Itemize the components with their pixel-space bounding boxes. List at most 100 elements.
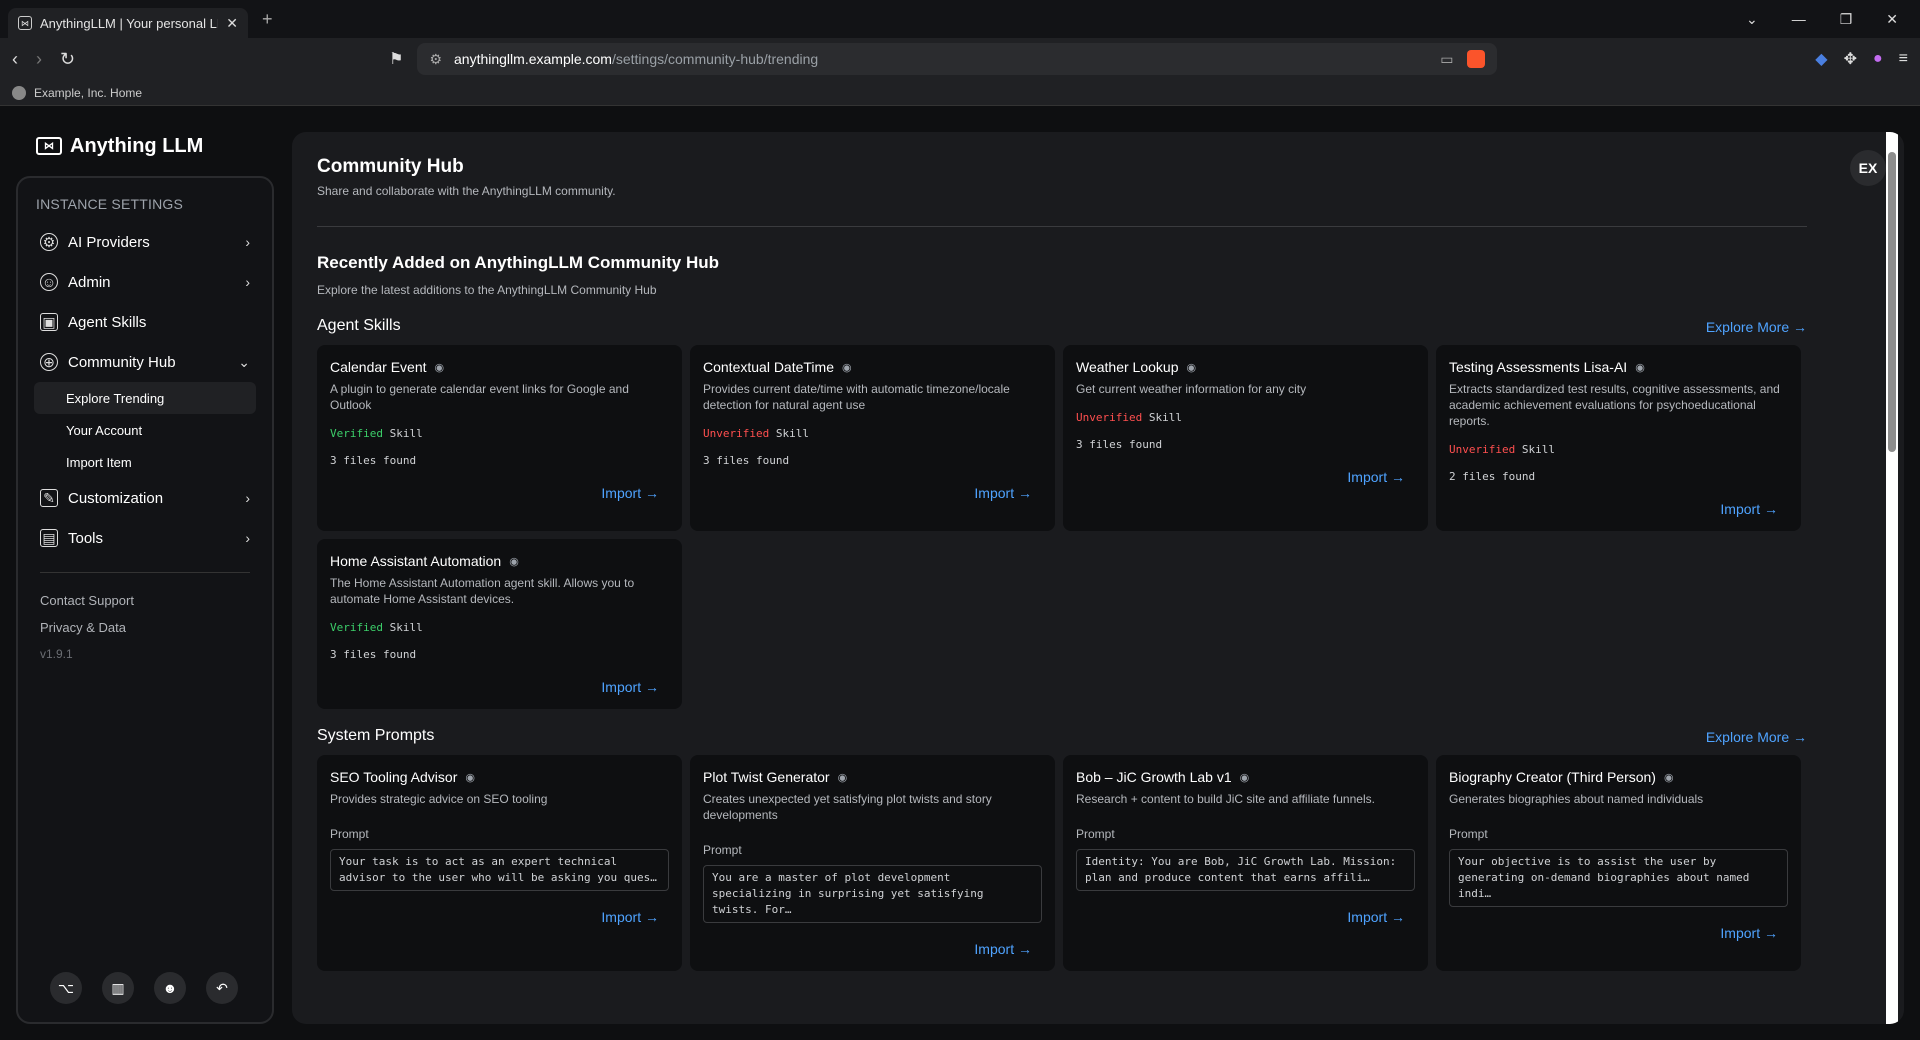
card-title-text: Testing Assessments Lisa-AI bbox=[1449, 359, 1628, 375]
prompt-label: Prompt bbox=[1076, 827, 1115, 841]
import-button[interactable]: Import → bbox=[1076, 909, 1415, 925]
verification-badge: Verified bbox=[330, 621, 383, 634]
chevron-down-icon: ⌄ bbox=[238, 353, 250, 370]
privacy-link[interactable]: Privacy & Data bbox=[34, 614, 256, 641]
brave-shields-icon[interactable] bbox=[1467, 50, 1486, 68]
page-title: Community Hub bbox=[317, 156, 464, 177]
skill-label: Skill bbox=[389, 427, 423, 440]
skill-label: Skill bbox=[1521, 443, 1555, 456]
card-description: Provides current date/time with automati… bbox=[703, 382, 1010, 412]
eye-icon[interactable]: ◉ bbox=[838, 771, 848, 784]
import-button[interactable]: Import → bbox=[1449, 501, 1788, 517]
card-title-text: Calendar Event bbox=[330, 359, 427, 375]
scrollbar-thumb[interactable] bbox=[1888, 152, 1896, 452]
browser-tabbar: ⋈ AnythingLLM | Your personal LLM ✕ + ⌄ … bbox=[0, 0, 1920, 38]
eye-icon[interactable]: ◉ bbox=[435, 361, 445, 374]
github-icon[interactable]: ⌥ bbox=[50, 972, 82, 1004]
agent-skills-grid: Calendar Event ◉ A plugin to generate cale… bbox=[317, 345, 1807, 709]
eye-icon[interactable]: ◉ bbox=[1186, 361, 1196, 374]
skill-label: Skill bbox=[775, 427, 809, 440]
cast-icon[interactable]: ▭ bbox=[1440, 51, 1453, 68]
app-logo[interactable]: ⋈ Anything LLM bbox=[16, 116, 274, 176]
reload-icon[interactable]: ↻ bbox=[60, 49, 75, 70]
import-button[interactable]: Import → bbox=[1449, 925, 1788, 941]
url-host: anythingllm.example.com bbox=[454, 51, 612, 67]
scrollbar[interactable] bbox=[1886, 132, 1898, 1024]
sidebar-item-agent-skills[interactable]: ▣ Agent Skills bbox=[34, 302, 256, 342]
eye-icon[interactable]: ◉ bbox=[1240, 771, 1250, 784]
sidebar-item-community-hub[interactable]: ⊕ Community Hub ⌄ bbox=[34, 342, 256, 382]
user-avatar[interactable]: EX bbox=[1850, 150, 1886, 186]
extension-shield-icon[interactable]: ◆ bbox=[1815, 49, 1827, 69]
sidebar-item-tools[interactable]: ▤ Tools › bbox=[34, 518, 256, 558]
skill-card: Contextual DateTime ◉ Provides current dat… bbox=[690, 345, 1055, 531]
eye-icon[interactable]: ◉ bbox=[509, 555, 519, 568]
bookmarks-bar: Example, Inc. Home bbox=[0, 80, 1920, 106]
prompt-preview: Your task is to act as an expert technic… bbox=[330, 849, 669, 891]
agent-skills-heading: Agent Skills bbox=[317, 317, 401, 334]
forward-icon[interactable]: › bbox=[36, 49, 42, 70]
anythingllm-favicon-icon: ⋈ bbox=[18, 16, 32, 30]
back-arrow-icon[interactable]: ↶ bbox=[206, 972, 238, 1004]
import-button[interactable]: Import → bbox=[1076, 469, 1415, 485]
bookmark-icon[interactable]: ⚑ bbox=[389, 49, 403, 69]
restore-icon[interactable]: ❐ bbox=[1840, 11, 1853, 28]
app-root: ⋈ Anything LLM INSTANCE SETTINGS ⚙ AI Pr… bbox=[0, 116, 1920, 1040]
explore-more-prompts-link[interactable]: Explore More → bbox=[1706, 729, 1807, 745]
site-settings-icon[interactable]: ⚙ bbox=[429, 51, 442, 68]
prompt-preview: You are a master of plot development spe… bbox=[703, 865, 1042, 923]
globe-icon: ⊕ bbox=[40, 353, 58, 371]
sidebar-subitem-your-account[interactable]: Your Account bbox=[34, 414, 256, 446]
logo-icon: ⋈ bbox=[36, 137, 62, 155]
section-title: INSTANCE SETTINGS bbox=[36, 196, 184, 212]
sidebar-item-label: Admin bbox=[68, 273, 111, 291]
card-title-text: Plot Twist Generator bbox=[703, 769, 830, 785]
verification-badge: Verified bbox=[330, 427, 383, 440]
import-button[interactable]: Import → bbox=[330, 485, 669, 501]
explore-more-skills-link[interactable]: Explore More → bbox=[1706, 319, 1807, 335]
eye-icon[interactable]: ◉ bbox=[842, 361, 852, 374]
address-row: ‹ › ↻ ⚑ ⚙ anythingllm.example.com/settin… bbox=[0, 38, 1920, 80]
import-button[interactable]: Import → bbox=[703, 941, 1042, 957]
import-button[interactable]: Import → bbox=[330, 679, 669, 695]
address-bar[interactable]: ⚙ anythingllm.example.com/settings/commu… bbox=[417, 43, 1498, 75]
skill-card: Weather Lookup ◉ Get current weather infor… bbox=[1063, 345, 1428, 531]
card-description: Research + content to build JiC site and… bbox=[1076, 792, 1375, 806]
skill-status: Verified Skill bbox=[330, 621, 669, 634]
sidebar-item-label: Community Hub bbox=[68, 353, 176, 371]
sidebar-item-admin[interactable]: ☺ Admin › bbox=[34, 262, 256, 302]
import-button[interactable]: Import → bbox=[703, 485, 1042, 501]
eye-icon[interactable]: ◉ bbox=[465, 771, 475, 784]
bookmark-item[interactable]: Example, Inc. Home bbox=[34, 86, 142, 100]
tab-title: AnythingLLM | Your personal LLM bbox=[40, 15, 219, 31]
sidebar-subitem-explore-trending[interactable]: Explore Trending bbox=[34, 382, 256, 414]
discord-icon[interactable]: ☻ bbox=[154, 972, 186, 1004]
extensions-icon[interactable]: ✥ bbox=[1844, 49, 1857, 69]
version-label: v1.9.1 bbox=[40, 647, 73, 661]
logo-text: Anything LLM bbox=[70, 134, 204, 157]
menu-icon[interactable]: ≡ bbox=[1899, 50, 1908, 68]
minimize-icon[interactable]: — bbox=[1792, 11, 1806, 28]
tab-list-icon[interactable]: ⌄ bbox=[1746, 11, 1758, 28]
back-icon[interactable]: ‹ bbox=[12, 49, 18, 70]
card-title: Contextual DateTime ◉ bbox=[703, 359, 1042, 375]
eye-icon[interactable]: ◉ bbox=[1664, 771, 1674, 784]
profile-icon[interactable]: ● bbox=[1873, 50, 1883, 68]
url-path: /settings/community-hub/trending bbox=[611, 51, 819, 67]
skill-card: Calendar Event ◉ A plugin to generate cale… bbox=[317, 345, 682, 531]
sidebar-item-ai-providers[interactable]: ⚙ AI Providers › bbox=[34, 222, 256, 262]
divider bbox=[40, 572, 250, 573]
skill-status: Unverified Skill bbox=[1076, 411, 1415, 424]
contact-support-link[interactable]: Contact Support bbox=[34, 587, 256, 614]
card-title: SEO Tooling Advisor ◉ bbox=[330, 769, 669, 785]
sidebar-item-label: Tools bbox=[68, 529, 104, 547]
close-window-icon[interactable]: ✕ bbox=[1886, 11, 1898, 28]
new-tab-icon[interactable]: + bbox=[262, 9, 273, 30]
eye-icon[interactable]: ◉ bbox=[1635, 361, 1645, 374]
close-tab-icon[interactable]: ✕ bbox=[226, 15, 238, 32]
browser-tab[interactable]: ⋈ AnythingLLM | Your personal LLM ✕ bbox=[8, 8, 248, 38]
import-button[interactable]: Import → bbox=[330, 909, 669, 925]
sidebar-item-customization[interactable]: ✎ Customization › bbox=[34, 478, 256, 518]
docs-book-icon[interactable]: ▥ bbox=[102, 972, 134, 1004]
sidebar-subitem-import-item[interactable]: Import Item bbox=[34, 446, 256, 478]
